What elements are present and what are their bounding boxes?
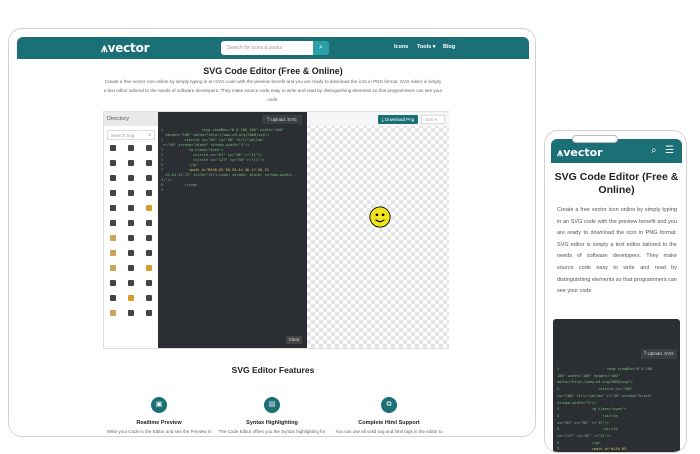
- icon-thumb[interactable]: [145, 189, 153, 197]
- size-select[interactable]: Size ▾: [421, 115, 445, 124]
- icon-thumb[interactable]: [127, 279, 135, 287]
- mobile-code-editor[interactable]: ⤒ Upload .SVG 1 <svg viewBox="0 0 100 10…: [553, 319, 680, 452]
- directory-header: Directory: [104, 112, 158, 126]
- icon-thumb[interactable]: [127, 249, 135, 257]
- search-icon: ⌕: [148, 132, 151, 138]
- upload-svg-label: Upload .SVG: [647, 351, 674, 356]
- brand-name: vector: [563, 146, 603, 159]
- directory-search-placeholder: Search Svg: [111, 133, 135, 138]
- icon-thumb[interactable]: [109, 219, 117, 227]
- mobile-navbar: ⩚vector ⌕ ☰: [551, 139, 682, 163]
- icon-thumb[interactable]: [109, 174, 117, 182]
- icon-thumb[interactable]: [109, 189, 117, 197]
- icon-thumb[interactable]: [127, 189, 135, 197]
- icon-thumb[interactable]: [145, 159, 153, 167]
- hamburger-menu-icon[interactable]: ☰: [665, 145, 674, 156]
- icon-thumb[interactable]: [127, 309, 135, 317]
- code-text[interactable]: 1 <svg viewBox="0 0 100 100" width="100"…: [161, 128, 304, 193]
- icon-thumb[interactable]: [109, 159, 117, 167]
- download-png-label: Download Png: [384, 117, 415, 122]
- icon-thumb[interactable]: [145, 174, 153, 182]
- top-navbar: ⩚vector Search for icons & packs ⌕ Icons…: [17, 37, 529, 59]
- icon-thumb[interactable]: [127, 144, 135, 152]
- feature-desc: Write your Code in the Editor and see th…: [106, 429, 212, 434]
- feature-title: Complete Html Support: [358, 420, 420, 426]
- icon-thumb[interactable]: [145, 204, 153, 212]
- phone-notch: [572, 135, 618, 143]
- search-input[interactable]: Search for icons & packs: [221, 41, 317, 55]
- nav-link-icons[interactable]: Icons: [394, 44, 408, 50]
- feature-desc: The Code Editor offers you the Syntax hi…: [218, 429, 326, 434]
- nav-link-blog[interactable]: Blog: [443, 44, 455, 50]
- upload-svg-button[interactable]: ⤒ Upload .SVG: [641, 349, 677, 359]
- mobile-page-description: Create a free vector icon online by simp…: [557, 207, 677, 295]
- search-icon[interactable]: ⌕: [651, 145, 657, 156]
- icon-thumb[interactable]: [109, 249, 117, 257]
- feature-title: Syntax Highlighting: [246, 420, 298, 426]
- code-editor-pane[interactable]: ⤒ Upload .SVG 1 <svg viewBox="0 0 100 10…: [158, 112, 307, 348]
- feature-title: Realtime Preview: [136, 420, 182, 426]
- brand-logo[interactable]: ⩚vector: [557, 146, 603, 160]
- icon-thumb[interactable]: [145, 249, 153, 257]
- icon-thumb[interactable]: [145, 219, 153, 227]
- features-title: SVG Editor Features: [231, 365, 315, 375]
- mobile-page-title: SVG Code Editor (Free & Online): [554, 171, 679, 196]
- page-description: Create a free vector icon online by simp…: [103, 79, 443, 102]
- feature-realtime-preview: ▣ Realtime Preview Write your Code in th…: [104, 397, 214, 436]
- search-icon[interactable]: ⌕: [313, 41, 329, 55]
- icon-thumb[interactable]: [109, 309, 117, 317]
- feature-syntax-highlighting: ▤ Syntax Highlighting The Code Editor of…: [217, 397, 327, 436]
- upload-svg-label: Upload .SVG: [270, 117, 297, 122]
- feature-desc: You can use all valid svg and html tags …: [335, 429, 443, 434]
- page-title: SVG Code Editor (Free & Online): [203, 66, 343, 76]
- icon-thumb[interactable]: [109, 204, 117, 212]
- preview-icon: ▣: [151, 397, 167, 413]
- icon-thumb[interactable]: [127, 294, 135, 302]
- code-icon: ⧉: [381, 397, 397, 413]
- brand-name: vector: [107, 41, 150, 55]
- svg-preview-pane: ⤓ Download Png Size ▾: [307, 112, 449, 348]
- smiley-preview-image: [369, 206, 391, 228]
- icon-thumb[interactable]: [127, 204, 135, 212]
- svg-editor: Directory Search Svg ⌕ ⤒ Upload .SVG 1 <…: [103, 111, 449, 349]
- icon-thumb[interactable]: [145, 144, 153, 152]
- icon-thumb[interactable]: [145, 294, 153, 302]
- icon-thumb[interactable]: [145, 279, 153, 287]
- icon-thumb[interactable]: [109, 264, 117, 272]
- clear-button[interactable]: Clear: [286, 336, 302, 344]
- icon-thumb[interactable]: [109, 279, 117, 287]
- icon-thumb[interactable]: [127, 174, 135, 182]
- icon-thumb[interactable]: [145, 234, 153, 242]
- icon-thumb[interactable]: [109, 294, 117, 302]
- document-icon: ▤: [264, 397, 280, 413]
- code-text[interactable]: 1 <svg viewBox="0 0 100 100" width="100"…: [557, 366, 677, 452]
- preview-toolbar: ⤓ Download Png Size ▾: [307, 112, 449, 126]
- nav-link-tools-label: Tools: [417, 44, 432, 50]
- icon-thumb[interactable]: [145, 309, 153, 317]
- icon-thumb[interactable]: [127, 159, 135, 167]
- nav-link-tools[interactable]: Tools ▾: [417, 44, 436, 50]
- desktop-frame: ⩚vector Search for icons & packs ⌕ Icons…: [8, 28, 536, 437]
- directory-search-input[interactable]: Search Svg ⌕: [107, 130, 155, 140]
- feature-html-support: ⧉ Complete Html Support You can use all …: [334, 397, 444, 436]
- download-png-button[interactable]: ⤓ Download Png: [378, 115, 418, 124]
- size-select-label: Size: [425, 117, 434, 122]
- icon-thumb[interactable]: [127, 219, 135, 227]
- icon-thumb[interactable]: [145, 264, 153, 272]
- icon-thumb[interactable]: [127, 234, 135, 242]
- icon-thumb[interactable]: [109, 144, 117, 152]
- chevron-down-icon: ▾: [432, 44, 436, 50]
- icon-thumb[interactable]: [109, 234, 117, 242]
- brand-logo[interactable]: ⩚vector: [101, 41, 150, 55]
- upload-svg-button[interactable]: ⤒ Upload .SVG: [262, 115, 302, 124]
- mobile-frame: ⩚vector ⌕ ☰ SVG Code Editor (Free & Onli…: [544, 130, 687, 453]
- icon-thumb[interactable]: [127, 264, 135, 272]
